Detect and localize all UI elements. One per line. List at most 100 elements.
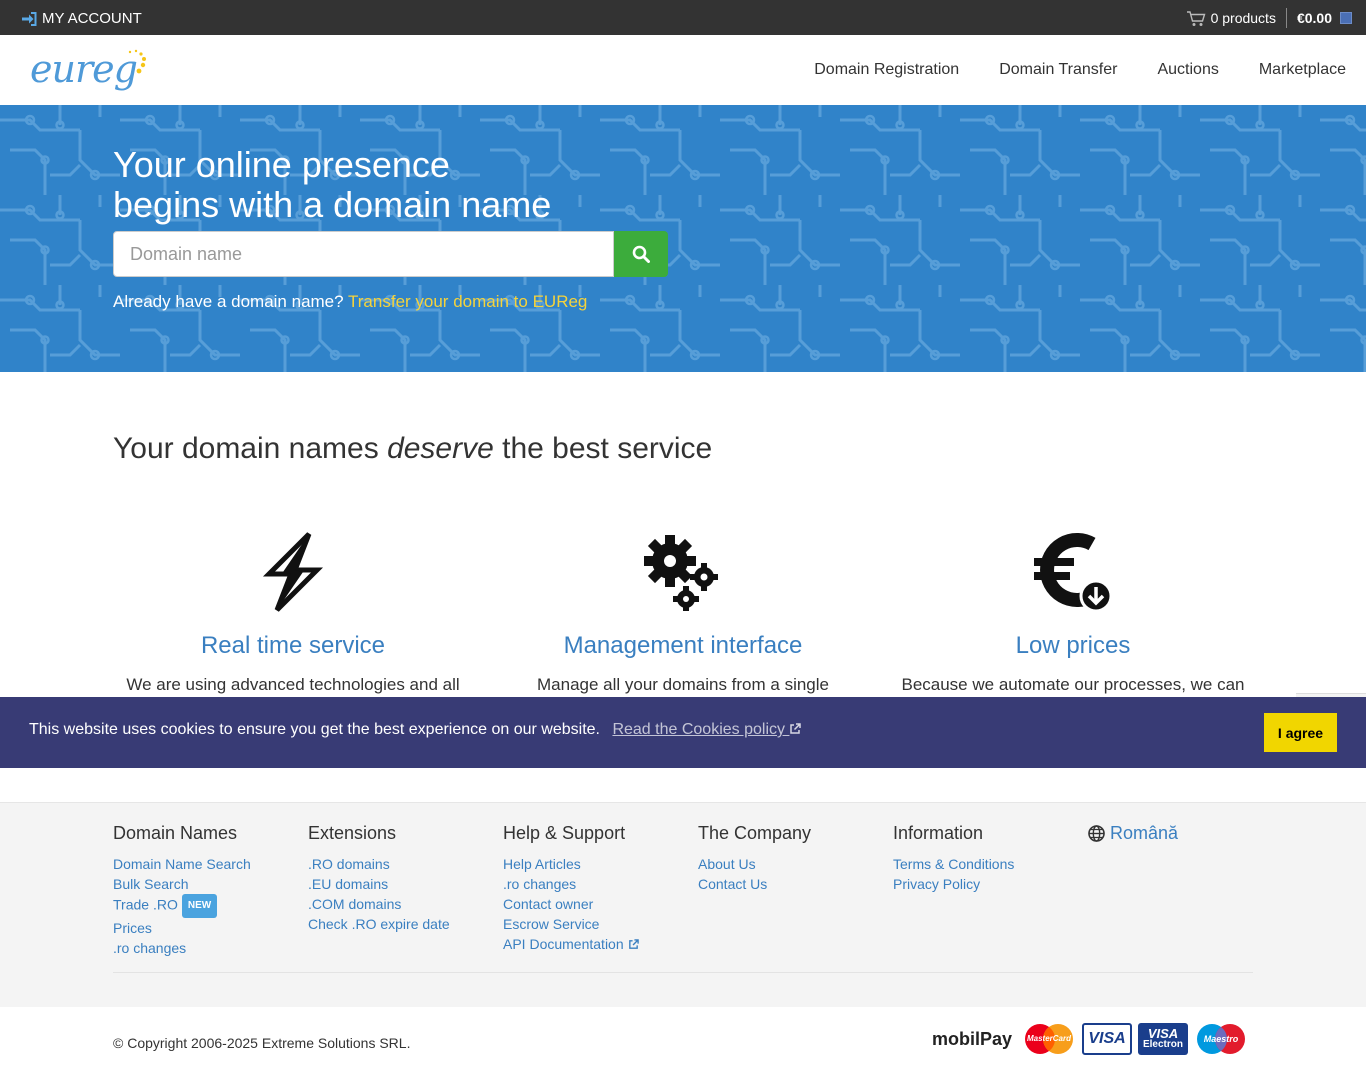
footer-link-bulk-search[interactable]: Bulk Search <box>113 874 308 894</box>
footer-link-label: Contact owner <box>503 896 594 912</box>
site-footer: Domain Names Domain Name Search Bulk Sea… <box>0 802 1366 1007</box>
nav-domain-transfer[interactable]: Domain Transfer <box>999 61 1117 79</box>
gears-icon <box>644 535 718 611</box>
footer-link-com-domains[interactable]: .COM domains <box>308 894 503 914</box>
hero-title-line-2: begins with a domain name <box>113 184 552 225</box>
nav-marketplace[interactable]: Marketplace <box>1259 61 1346 79</box>
footer-col-title: Extensions <box>308 823 397 843</box>
transfer-domain-link[interactable]: Transfer your domain to EUReg <box>348 292 587 311</box>
language-label: Română <box>1110 823 1179 843</box>
hero-section: Your online presence begins with a domai… <box>0 105 1366 372</box>
cookies-policy-link[interactable]: Read the Cookies policy <box>612 721 802 738</box>
footer-col-title: Information <box>893 823 984 843</box>
footer-link-help-articles[interactable]: Help Articles <box>503 854 698 874</box>
feature-low-prices: Low prices Because we automate our proce… <box>893 530 1253 696</box>
domain-search-button[interactable] <box>614 231 668 277</box>
footer-link-ro-domains[interactable]: .RO domains <box>308 854 503 874</box>
transfer-prompt: Already have a domain name? Transfer you… <box>113 292 587 312</box>
eureg-logo[interactable]: eureg <box>30 47 155 93</box>
service-heading-emphasis: deserve <box>387 432 494 465</box>
my-account-label: MY ACCOUNT <box>42 10 142 27</box>
footer-divider <box>113 972 1253 973</box>
my-account-link[interactable]: MY ACCOUNT <box>21 10 142 27</box>
footer-link-contact-owner[interactable]: Contact owner <box>503 894 698 914</box>
footer-link-ro-changes[interactable]: .ro changes <box>113 938 308 958</box>
footer-link-label: .ro changes <box>113 940 187 956</box>
mastercard-logo: MasterCard <box>1022 1023 1076 1055</box>
footer-link-label: .RO domains <box>308 856 390 872</box>
cookie-agree-button[interactable]: I agree <box>1264 713 1337 752</box>
search-icon <box>632 245 650 263</box>
mastercard-text: MasterCard <box>1026 1034 1071 1043</box>
footer-link-check-ro-expire[interactable]: Check .RO expire date <box>308 914 503 934</box>
footer-col-extensions: Extensions .RO domains .EU domains .COM … <box>308 823 503 934</box>
footer-col-company: The Company About Us Contact Us <box>698 823 893 894</box>
euro-down-icon <box>1034 533 1113 613</box>
footer-col-title: The Company <box>698 823 812 843</box>
shopping-cart-icon <box>1186 10 1206 26</box>
maestro-text: Maestro <box>1203 1034 1239 1044</box>
maestro-logo: Maestro <box>1194 1023 1248 1055</box>
cart-products-count: 0 products <box>1210 10 1276 26</box>
feature-text: We are using advanced technologies and a… <box>126 675 460 694</box>
service-heading-before: Your domain names <box>113 432 388 465</box>
footer-link-ro-changes-help[interactable]: .ro changes <box>503 874 698 894</box>
footer-col-information: Information Terms & Conditions Privacy P… <box>893 823 1088 894</box>
footer-link-label: Terms & Conditions <box>893 856 1015 872</box>
footer-link-eu-domains[interactable]: .EU domains <box>308 874 503 894</box>
footer-link-contact-us[interactable]: Contact Us <box>698 874 893 894</box>
footer-link-privacy[interactable]: Privacy Policy <box>893 874 1088 894</box>
top-bar: MY ACCOUNT 0 products €0.00 <box>0 0 1366 35</box>
hero-title: Your online presence begins with a domai… <box>113 145 551 225</box>
mobilpay-logo: mobilPay <box>931 1028 1012 1049</box>
globe-icon <box>1088 825 1105 842</box>
footer-link-label: .COM domains <box>308 896 402 912</box>
footer-link-api-documentation[interactable]: API Documentation <box>503 934 698 954</box>
nav-auctions[interactable]: Auctions <box>1157 61 1218 79</box>
visa-logo: VISA <box>1082 1023 1132 1055</box>
cart-summary[interactable]: 0 products €0.00 <box>1186 8 1352 28</box>
feature-management: Management interface Manage all your dom… <box>503 530 863 696</box>
cookies-policy-label: Read the Cookies policy <box>612 721 785 738</box>
footer-link-terms[interactable]: Terms & Conditions <box>893 854 1088 874</box>
currency-flag-icon[interactable] <box>1340 12 1352 24</box>
footer-link-label: Help Articles <box>503 856 581 872</box>
service-heading: Your domain names deserve the best servi… <box>113 432 712 466</box>
footer-link-label: Contact Us <box>698 876 768 892</box>
footer-link-label: API Documentation <box>503 936 624 952</box>
footer-col-title: Domain Names <box>113 823 238 843</box>
feature-title: Real time service <box>200 632 386 659</box>
domain-search-form <box>113 231 668 277</box>
footer-link-about-us[interactable]: About Us <box>698 854 893 874</box>
cart-total: €0.00 <box>1296 10 1332 26</box>
nav-domain-registration[interactable]: Domain Registration <box>814 61 959 79</box>
feature-title: Management interface <box>563 632 803 659</box>
cart-divider <box>1285 8 1287 28</box>
main-header: eureg Domain Registration Domain Transfe… <box>0 35 1366 105</box>
hero-title-line-1: Your online presence <box>113 144 450 185</box>
visa-electron-bottom: Electron <box>1142 1039 1183 1050</box>
cookie-message-text: This website uses cookies to ensure you … <box>29 721 600 738</box>
feature-text: Manage all your domains from a single in… <box>537 675 829 694</box>
footer-col-domain-names: Domain Names Domain Name Search Bulk Sea… <box>113 823 308 958</box>
footer-link-domain-name-search[interactable]: Domain Name Search <box>113 854 308 874</box>
feature-text: Because we automate our processes, we ca… <box>901 675 1245 694</box>
domain-search-input[interactable] <box>113 231 614 277</box>
language-switcher[interactable]: Română <box>1088 823 1178 844</box>
footer-link-label: Trade .RO <box>113 896 178 913</box>
main-nav: Domain Registration Domain Transfer Auct… <box>814 61 1346 79</box>
cookie-message: This website uses cookies to ensure you … <box>29 721 802 739</box>
cookie-consent-bar: This website uses cookies to ensure you … <box>0 697 1366 768</box>
footer-link-escrow-service[interactable]: Escrow Service <box>503 914 698 934</box>
visa-electron-top: VISA <box>1147 1026 1179 1041</box>
footer-link-label: Check .RO expire date <box>308 916 450 932</box>
external-link-icon <box>628 939 639 949</box>
footer-link-prices[interactable]: Prices <box>113 918 308 938</box>
lightning-icon <box>262 532 324 612</box>
service-heading-after: the best service <box>493 432 713 465</box>
footer-link-label: Escrow Service <box>503 916 600 932</box>
logo-stars-icon <box>128 49 146 74</box>
footer-link-trade-ro[interactable]: Trade .RO NEW <box>113 894 308 918</box>
footer-link-label: .EU domains <box>308 876 389 892</box>
footer-link-label: Prices <box>113 920 152 936</box>
